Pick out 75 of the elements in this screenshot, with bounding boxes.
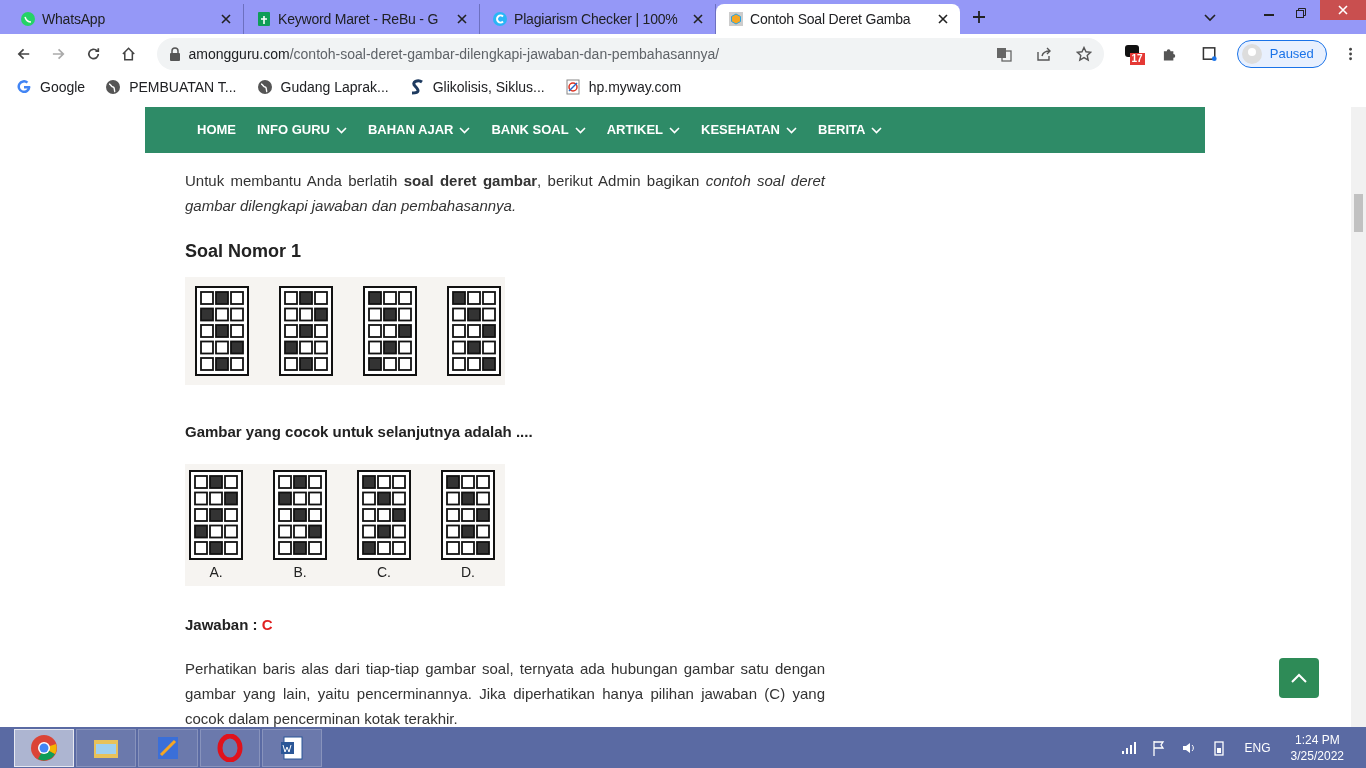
close-icon xyxy=(1338,5,1348,15)
letter-c-icon xyxy=(492,11,508,27)
close-icon[interactable] xyxy=(938,14,948,24)
bookmark-item[interactable]: Google xyxy=(16,76,86,98)
avatar-icon xyxy=(1241,44,1262,64)
nav-link[interactable]: BERITA xyxy=(818,120,883,140)
option-label: A. xyxy=(209,562,223,582)
flag-icon[interactable] xyxy=(1152,739,1165,756)
intro-paragraph: Untuk membantu Anda berlatih soal deret gambar, berikut Admin bagikan contoh soal deret gambar dilengkapi jawaban dan pembahasannya. xyxy=(185,171,825,216)
signal-icon[interactable] xyxy=(1120,741,1137,754)
answer-label: Jawaban : xyxy=(185,615,258,633)
reload-icon[interactable] xyxy=(86,46,102,62)
browser-tab[interactable]: Contoh Soal Deret Gamba xyxy=(716,4,960,34)
chat-bubble-icon xyxy=(20,11,36,27)
google-icon xyxy=(16,79,32,95)
taskbar-button[interactable] xyxy=(76,728,136,767)
bookmark-item[interactable]: hp.myway.com xyxy=(564,76,682,98)
back-to-top-button[interactable] xyxy=(1279,658,1319,698)
chevron-down-icon xyxy=(669,126,681,134)
site-logo-icon xyxy=(728,11,744,27)
taskbar-button[interactable] xyxy=(14,728,74,767)
bookmark-item[interactable]: Glikolisis, Siklus... xyxy=(408,76,545,98)
question-text: Gambar yang cocok untuk selanjutnya adalah .... xyxy=(185,422,534,442)
share-icon[interactable] xyxy=(1035,46,1052,62)
window-close-button[interactable] xyxy=(1320,0,1366,20)
option-label: D. xyxy=(461,562,475,582)
chevron-down-icon[interactable] xyxy=(1204,14,1216,22)
bookmark-item[interactable]: Gudang Laprak... xyxy=(256,76,389,98)
nav-link[interactable]: KESEHATAN xyxy=(701,120,797,140)
close-icon[interactable] xyxy=(221,14,231,24)
chevron-down-icon xyxy=(459,126,471,134)
address-bar[interactable]: amongguru.com/contoh-soal-deret-gambar-dilengkapi-jawaban-dan-pembahasannya/ xyxy=(156,38,1104,70)
language-indicator[interactable]: ENG xyxy=(1244,738,1271,757)
star-icon[interactable] xyxy=(1075,46,1092,62)
clock-date[interactable]: 3/25/2022 xyxy=(1290,747,1344,764)
taskbar-button[interactable] xyxy=(262,728,322,767)
nav-link[interactable]: HOME xyxy=(197,120,236,140)
section-heading: Soal Nomor 1 xyxy=(185,240,303,263)
chevron-down-icon xyxy=(574,126,586,134)
chevron-down-icon xyxy=(335,126,347,134)
nav-link[interactable]: BANK SOAL xyxy=(491,120,586,140)
bookmark-item[interactable]: PEMBUATAN T... xyxy=(105,76,237,98)
chevron-down-icon xyxy=(786,126,797,134)
scrollbar[interactable] xyxy=(1351,107,1366,728)
document-icon xyxy=(278,733,306,762)
translate-icon[interactable] xyxy=(995,46,1012,62)
puzzle-icon[interactable] xyxy=(1162,46,1178,62)
option-label: B. xyxy=(293,562,307,582)
clock-time[interactable]: 1:24 PM xyxy=(1294,731,1340,748)
chrome-icon xyxy=(30,733,58,762)
side-panel-icon[interactable] xyxy=(1201,46,1217,62)
letter-o-icon xyxy=(216,733,244,762)
nav-link[interactable]: INFO GURU xyxy=(257,120,347,140)
home-icon[interactable] xyxy=(121,46,137,62)
nav-link[interactable]: ARTIKEL xyxy=(606,120,681,140)
explanation-paragraph: Perhatikan baris alas dari tiap-tiap gambar soal, ternyata ada hubungan gambar satu dengan gambar yang lain, yaitu pencerminannya. Jika diperhatikan hanya pilihan jawaban (C) yang cocok dalam pencerminan kotak terakhir. xyxy=(185,659,825,728)
restore-icon[interactable] xyxy=(1296,8,1306,18)
option-label: C. xyxy=(377,562,391,582)
nav-link[interactable]: BAHAN AJAR xyxy=(367,120,471,140)
page-icon xyxy=(564,79,581,95)
battery-icon[interactable] xyxy=(1212,739,1225,756)
new-tab-icon[interactable] xyxy=(972,10,986,24)
answer-value: C xyxy=(261,615,273,633)
spreadsheet-icon xyxy=(256,11,272,27)
close-icon[interactable] xyxy=(457,14,467,24)
url-text: amongguru.com/contoh-soal-deret-gambar-dilengkapi-jawaban-dan-pembahasannya/ xyxy=(188,44,720,64)
chevron-down-icon xyxy=(871,126,883,134)
globe-icon xyxy=(105,79,122,95)
profile-button[interactable]: Paused xyxy=(1236,40,1327,68)
back-icon[interactable] xyxy=(16,46,32,62)
notification-count: 17 xyxy=(1129,53,1145,65)
close-icon[interactable] xyxy=(693,14,703,24)
lock-icon xyxy=(168,47,181,61)
globe-icon xyxy=(256,79,273,95)
chevron-up-icon xyxy=(1291,672,1307,684)
